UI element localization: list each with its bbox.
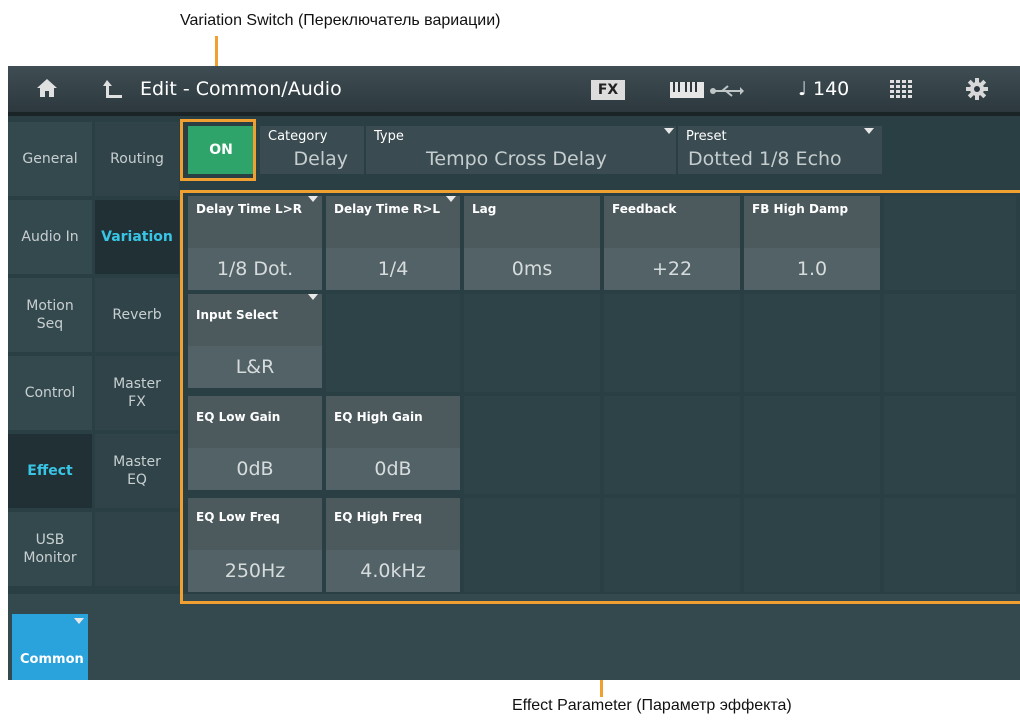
sidebar-item-master-fx[interactable]: Master FX <box>95 356 179 430</box>
preset-field[interactable]: Preset Dotted 1/8 Echo <box>678 126 882 174</box>
sidebar-item-variation[interactable]: Variation <box>95 200 179 274</box>
sidebar-item-motion-seq[interactable]: Motion Seq <box>8 278 92 352</box>
effect-parameter-callout: Effect Parameter (Параметр эффекта) <box>512 697 792 714</box>
category-value: Delay <box>293 148 349 170</box>
sidebar-item-master-eq[interactable]: Master EQ <box>95 434 179 508</box>
category-field[interactable]: Category Delay <box>260 126 364 174</box>
sidebar-item-control[interactable]: Control <box>8 356 92 430</box>
type-field[interactable]: Type Tempo Cross Delay <box>366 126 676 174</box>
title-separator <box>8 112 1020 116</box>
title-bar: Edit - Common/Audio FX ♩ 140 <box>8 66 1020 112</box>
type-value: Tempo Cross Delay <box>426 148 607 170</box>
preset-value: Dotted 1/8 Echo <box>688 148 842 170</box>
dropdown-icon <box>74 618 84 624</box>
grid-icon[interactable] <box>890 80 912 102</box>
sidebar-item-usb-monitor[interactable]: USB Monitor <box>8 512 92 586</box>
type-dropdown-icon <box>664 128 674 134</box>
type-label: Type <box>374 129 404 144</box>
variation-switch-highlight <box>180 119 256 181</box>
back-arrow-icon[interactable] <box>102 78 124 104</box>
effect-parameter-highlight <box>180 190 1020 604</box>
variation-switch-callout: Variation Switch (Переключатель вариации… <box>180 12 501 29</box>
page-title: Edit - Common/Audio <box>140 78 342 100</box>
fx-badge[interactable]: FX <box>591 80 625 100</box>
bottom-bar <box>8 594 1020 680</box>
home-icon[interactable] <box>36 78 58 102</box>
preset-dropdown-icon <box>864 128 874 134</box>
sidebar-item-general[interactable]: General <box>8 122 92 196</box>
sidebar-item-effect[interactable]: Effect <box>8 434 92 508</box>
category-label: Category <box>268 129 328 144</box>
common-button[interactable]: Common <box>12 614 88 680</box>
gear-icon[interactable] <box>966 78 988 104</box>
sidebar-item-routing[interactable]: Routing <box>95 122 179 196</box>
sidebar-item-reverb[interactable]: Reverb <box>95 278 179 352</box>
preset-label: Preset <box>686 129 727 144</box>
sidebar-empty-slot <box>95 512 179 586</box>
tempo-display[interactable]: ♩ 140 <box>798 78 849 100</box>
sidebar-item-audio-in[interactable]: Audio In <box>8 200 92 274</box>
keyboard-icon <box>670 82 704 102</box>
usb-icon <box>710 83 744 102</box>
